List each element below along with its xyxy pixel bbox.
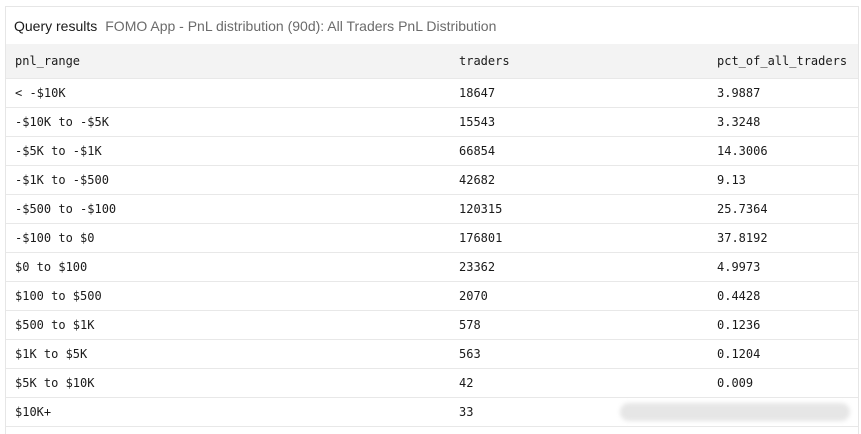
pnl-range-cell: -$500 to -$100 — [6, 194, 450, 224]
pnl-range-cell: $100 to $500 — [6, 281, 450, 311]
horizontal-scrollbar[interactable] — [620, 403, 850, 421]
pnl-range-cell: -$1K to -$500 — [6, 165, 450, 195]
pnl-range-cell: $500 to $1K — [6, 310, 450, 340]
traders-cell: 66854 — [450, 136, 708, 166]
traders-cell: 18647 — [450, 78, 708, 108]
table-header-row: pnl_range traders pct_of_all_traders — [6, 44, 858, 79]
traders-cell: 563 — [450, 339, 708, 369]
traders-cell: 23362 — [450, 252, 708, 282]
pct-cell: 9.13 — [708, 165, 858, 195]
pnl-range-cell: $0 to $100 — [6, 252, 450, 282]
table-row: -$100 to $0 176801 37.8192 — [6, 223, 858, 253]
table-row: $100 to $500 2070 0.4428 — [6, 281, 858, 311]
traders-cell: 176801 — [450, 223, 708, 253]
pnl-range-cell: -$10K to -$5K — [6, 107, 450, 137]
table-row: -$10K to -$5K 15543 3.3248 — [6, 107, 858, 137]
table-row: $5K to $10K 42 0.009 — [6, 368, 858, 398]
table-row: -$5K to -$1K 66854 14.3006 — [6, 136, 858, 166]
pct-cell: 3.3248 — [708, 107, 858, 137]
query-name: FOMO App - PnL distribution (90d): All T… — [105, 17, 497, 34]
pnl-range-cell: $1K to $5K — [6, 339, 450, 369]
results-header: Query results FOMO App - PnL distributio… — [6, 7, 858, 44]
pnl-range-cell: $5K to $10K — [6, 368, 450, 398]
traders-cell: 42 — [450, 368, 708, 398]
table-row: $1K to $5K 563 0.1204 — [6, 339, 858, 369]
pct-cell: 25.7364 — [708, 194, 858, 224]
results-title: Query results — [14, 17, 98, 34]
pct-cell: 3.9887 — [708, 78, 858, 108]
traders-cell: 578 — [450, 310, 708, 340]
table-row: $500 to $1K 578 0.1236 — [6, 310, 858, 340]
pct-cell: 4.9973 — [708, 252, 858, 282]
table-row: -$500 to -$100 120315 25.7364 — [6, 194, 858, 224]
table-row: -$1K to -$500 42682 9.13 — [6, 165, 858, 195]
query-results-panel: Query results FOMO App - PnL distributio… — [5, 6, 859, 434]
pnl-range-cell: < -$10K — [6, 78, 450, 108]
pct-cell: 0.009 — [708, 368, 858, 398]
table-row: $0 to $100 23362 4.9973 — [6, 252, 858, 282]
pct-cell: 0.1236 — [708, 310, 858, 340]
pct-cell: 37.8192 — [708, 223, 858, 253]
traders-cell: 42682 — [450, 165, 708, 195]
pnl-range-cell: $10K+ — [6, 397, 450, 427]
traders-cell: 2070 — [450, 281, 708, 311]
pct-cell: 14.3006 — [708, 136, 858, 166]
pnl-range-cell: -$100 to $0 — [6, 223, 450, 253]
table-row: < -$10K 18647 3.9887 — [6, 78, 858, 108]
column-header-pct-of-all-traders[interactable]: pct_of_all_traders — [708, 44, 858, 79]
column-header-traders[interactable]: traders — [450, 44, 708, 79]
pct-cell: 0.1204 — [708, 339, 858, 369]
traders-cell: 120315 — [450, 194, 708, 224]
pnl-range-cell: -$5K to -$1K — [6, 136, 450, 166]
results-table: pnl_range traders pct_of_all_traders < -… — [6, 44, 858, 427]
traders-cell: 15543 — [450, 107, 708, 137]
pct-cell: 0.4428 — [708, 281, 858, 311]
column-header-pnl-range[interactable]: pnl_range — [6, 44, 450, 79]
